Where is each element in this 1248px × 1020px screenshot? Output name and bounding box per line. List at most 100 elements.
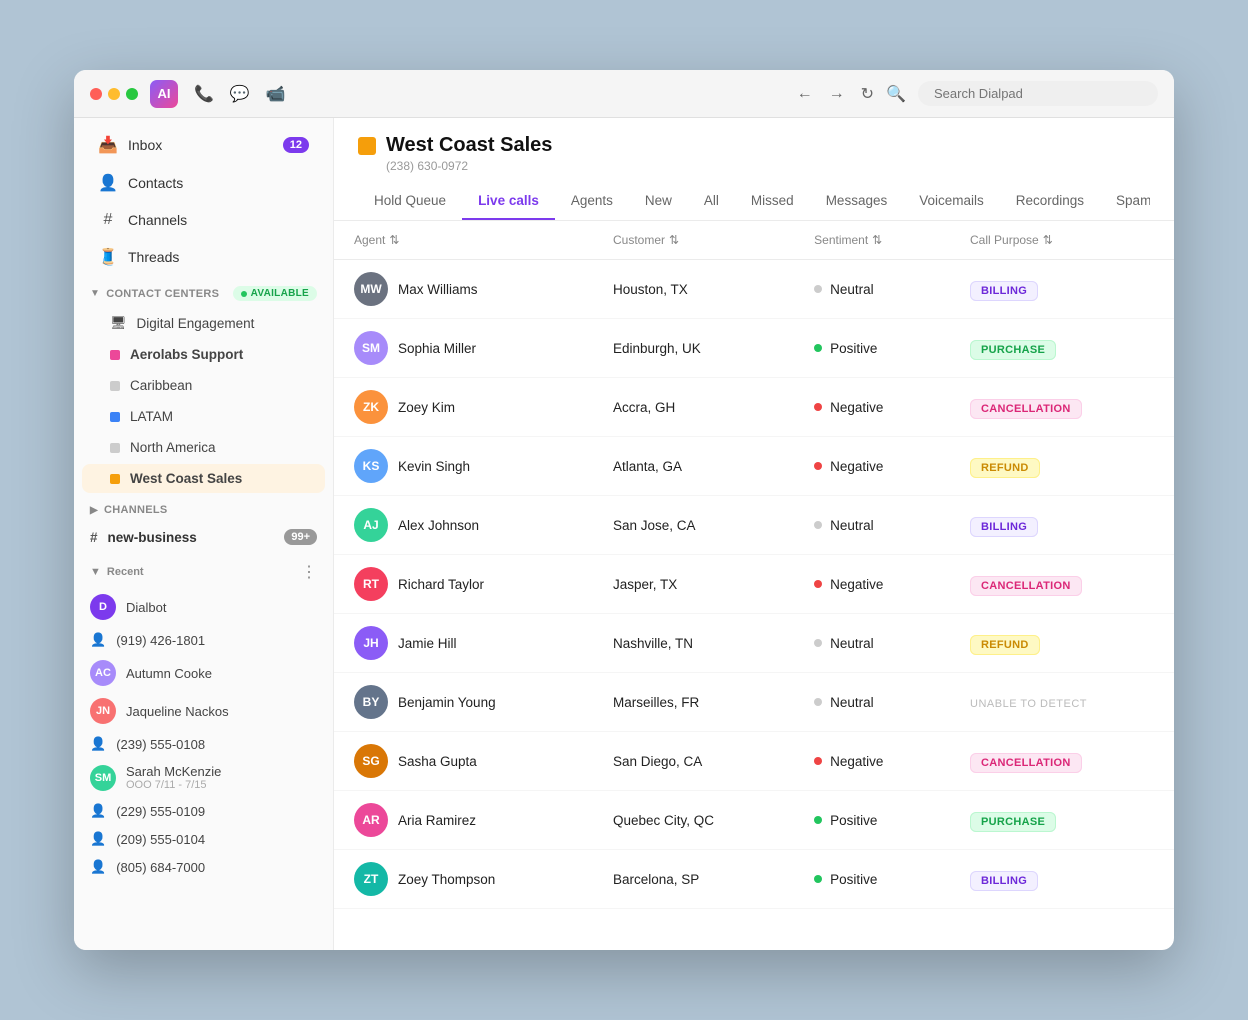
sentiment-label: Positive (830, 813, 877, 828)
search-input[interactable] (918, 81, 1158, 106)
sidebar-item-contacts[interactable]: 👤 Contacts (82, 165, 325, 201)
contacts-label: Contacts (128, 175, 183, 191)
close-button[interactable] (90, 88, 102, 100)
table-row[interactable]: KS Kevin Singh Atlanta, GA Negative REFU… (334, 437, 1174, 496)
tab-agents[interactable]: Agents (555, 183, 629, 220)
chat-icon[interactable]: 💬 (230, 84, 250, 104)
table-row[interactable]: RT Richard Taylor Jasper, TX Negative CA… (334, 555, 1174, 614)
table-row[interactable]: AJ Alex Johnson San Jose, CA Neutral BIL… (334, 496, 1174, 555)
recent-phone-1[interactable]: 👤 (919) 426-1801 (74, 626, 333, 654)
back-button[interactable]: ← (793, 81, 817, 107)
sentiment-cell: Negative (794, 555, 950, 614)
col-purpose[interactable]: Call Purpose ⇅ (950, 221, 1174, 260)
tab-missed[interactable]: Missed (735, 183, 810, 220)
purpose-badge: CANCELLATION (970, 576, 1082, 596)
recent-sarah-mckenzie[interactable]: SM Sarah McKenzie OOO 7/11 - 7/15 (74, 758, 333, 797)
purpose-cell: BILLING (950, 850, 1174, 909)
table-row[interactable]: AR Aria Ramirez Quebec City, QC Positive… (334, 791, 1174, 850)
center-aerolabs-support[interactable]: Aerolabs Support (82, 340, 325, 369)
agent-cell: KS Kevin Singh (334, 437, 593, 496)
agent-name: Zoey Thompson (398, 872, 495, 887)
maximize-button[interactable] (126, 88, 138, 100)
center-caribbean[interactable]: Caribbean (82, 371, 325, 400)
customer-cell: San Jose, CA (593, 496, 794, 555)
sort-icon-agent: ⇅ (389, 233, 399, 247)
sentiment-cell: Neutral (794, 496, 950, 555)
minimize-button[interactable] (108, 88, 120, 100)
recent-autumn-cooke[interactable]: AC Autumn Cooke (74, 654, 333, 692)
sidebar-item-inbox[interactable]: 📥 Inbox 12 (82, 127, 325, 163)
sentiment-label: Positive (830, 872, 877, 887)
content-area: West Coast Sales (238) 630-0972 Hold Que… (334, 118, 1174, 950)
sentiment-label: Negative (830, 459, 883, 474)
purpose-badge: BILLING (970, 871, 1038, 891)
agent-name: Aria Ramirez (398, 813, 476, 828)
center-west-coast-sales[interactable]: West Coast Sales (82, 464, 325, 493)
tab-recordings[interactable]: Recordings (1000, 183, 1100, 220)
table-head: Agent ⇅ Customer ⇅ Sentiment ⇅ Call Purp… (334, 221, 1174, 260)
tab-voicemails[interactable]: Voicemails (903, 183, 1000, 220)
center-latam[interactable]: LATAM (82, 402, 325, 431)
forward-button[interactable]: → (825, 81, 849, 107)
table-row[interactable]: MW Max Williams Houston, TX Neutral BILL… (334, 260, 1174, 319)
titlebar: AI 📞 💬 📹 ← → ↻ 🔍 (74, 70, 1174, 118)
center-north-america[interactable]: North America (82, 433, 325, 462)
table-row[interactable]: SG Sasha Gupta San Diego, CA Negative CA… (334, 732, 1174, 791)
inbox-badge: 12 (283, 137, 309, 153)
agent-name: Kevin Singh (398, 459, 470, 474)
sentiment-label: Positive (830, 341, 877, 356)
tab-all[interactable]: All (688, 183, 735, 220)
purpose-cell: BILLING (950, 496, 1174, 555)
sentiment-dot (814, 757, 822, 765)
agent-avatar: ZT (354, 862, 388, 896)
sentiment-dot (814, 462, 822, 470)
table-row[interactable]: SM Sophia Miller Edinburgh, UK Positive … (334, 319, 1174, 378)
table-row[interactable]: BY Benjamin Young Marseilles, FR Neutral… (334, 673, 1174, 732)
agent-avatar: SG (354, 744, 388, 778)
sentiment-cell: Positive (794, 319, 950, 378)
agent-name: Alex Johnson (398, 518, 479, 533)
phone-icon[interactable]: 📞 (194, 84, 214, 104)
app-icon: AI (150, 80, 178, 108)
recent-phone-5[interactable]: 👤 (805) 684-7000 (74, 853, 333, 881)
recent-dialbot[interactable]: D Dialbot (74, 588, 333, 626)
agent-cell: SG Sasha Gupta (334, 732, 593, 791)
channel-new-business[interactable]: # new-business 99+ (74, 522, 333, 552)
table-row[interactable]: ZT Zoey Thompson Barcelona, SP Positive … (334, 850, 1174, 909)
table-row[interactable]: ZK Zoey Kim Accra, GH Negative CANCELLAT… (334, 378, 1174, 437)
tab-spam[interactable]: Spam (1100, 183, 1150, 220)
tab-new[interactable]: New (629, 183, 688, 220)
nav-controls: ← → ↻ 🔍 (793, 80, 1158, 108)
recent-more-button[interactable]: ⋮ (301, 562, 317, 582)
purpose-badge: REFUND (970, 458, 1040, 478)
threads-label: Threads (128, 249, 179, 265)
recent-jaqueline-nackos[interactable]: JN Jaqueline Nackos (74, 692, 333, 730)
tab-messages[interactable]: Messages (810, 183, 904, 220)
recent-phone-2[interactable]: 👤 (239) 555-0108 (74, 730, 333, 758)
refresh-button[interactable]: ↻ (857, 80, 878, 108)
purpose-cell: REFUND (950, 437, 1174, 496)
agent-cell: ZT Zoey Thompson (334, 850, 593, 909)
sidebar-item-threads[interactable]: 🧵 Threads (82, 239, 325, 275)
chevron-icon: ▼ (90, 288, 100, 299)
recent-phone-3[interactable]: 👤 (229) 555-0109 (74, 797, 333, 825)
center-digital-engagement[interactable]: 🖥 Digital Engagement (82, 308, 325, 338)
sentiment-dot (814, 698, 822, 706)
purpose-cell: CANCELLATION (950, 555, 1174, 614)
sentiment-dot (814, 285, 822, 293)
available-dot (241, 291, 247, 297)
customer-cell: Quebec City, QC (593, 791, 794, 850)
tabs: Hold Queue Live calls Agents New All Mis… (358, 183, 1150, 220)
col-customer[interactable]: Customer ⇅ (593, 221, 794, 260)
sidebar-item-channels[interactable]: # Channels (82, 203, 325, 237)
col-sentiment[interactable]: Sentiment ⇅ (794, 221, 950, 260)
agent-name: Jamie Hill (398, 636, 457, 651)
recent-phone-4[interactable]: 👤 (209) 555-0104 (74, 825, 333, 853)
tab-live-calls[interactable]: Live calls (462, 183, 555, 220)
contact-centers-header: ▼ Contact centers Available (74, 280, 333, 307)
purpose-cell: PURCHASE (950, 791, 1174, 850)
tab-hold-queue[interactable]: Hold Queue (358, 183, 462, 220)
col-agent[interactable]: Agent ⇅ (334, 221, 593, 260)
table-row[interactable]: JH Jamie Hill Nashville, TN Neutral REFU… (334, 614, 1174, 673)
video-icon[interactable]: 📹 (266, 84, 286, 104)
